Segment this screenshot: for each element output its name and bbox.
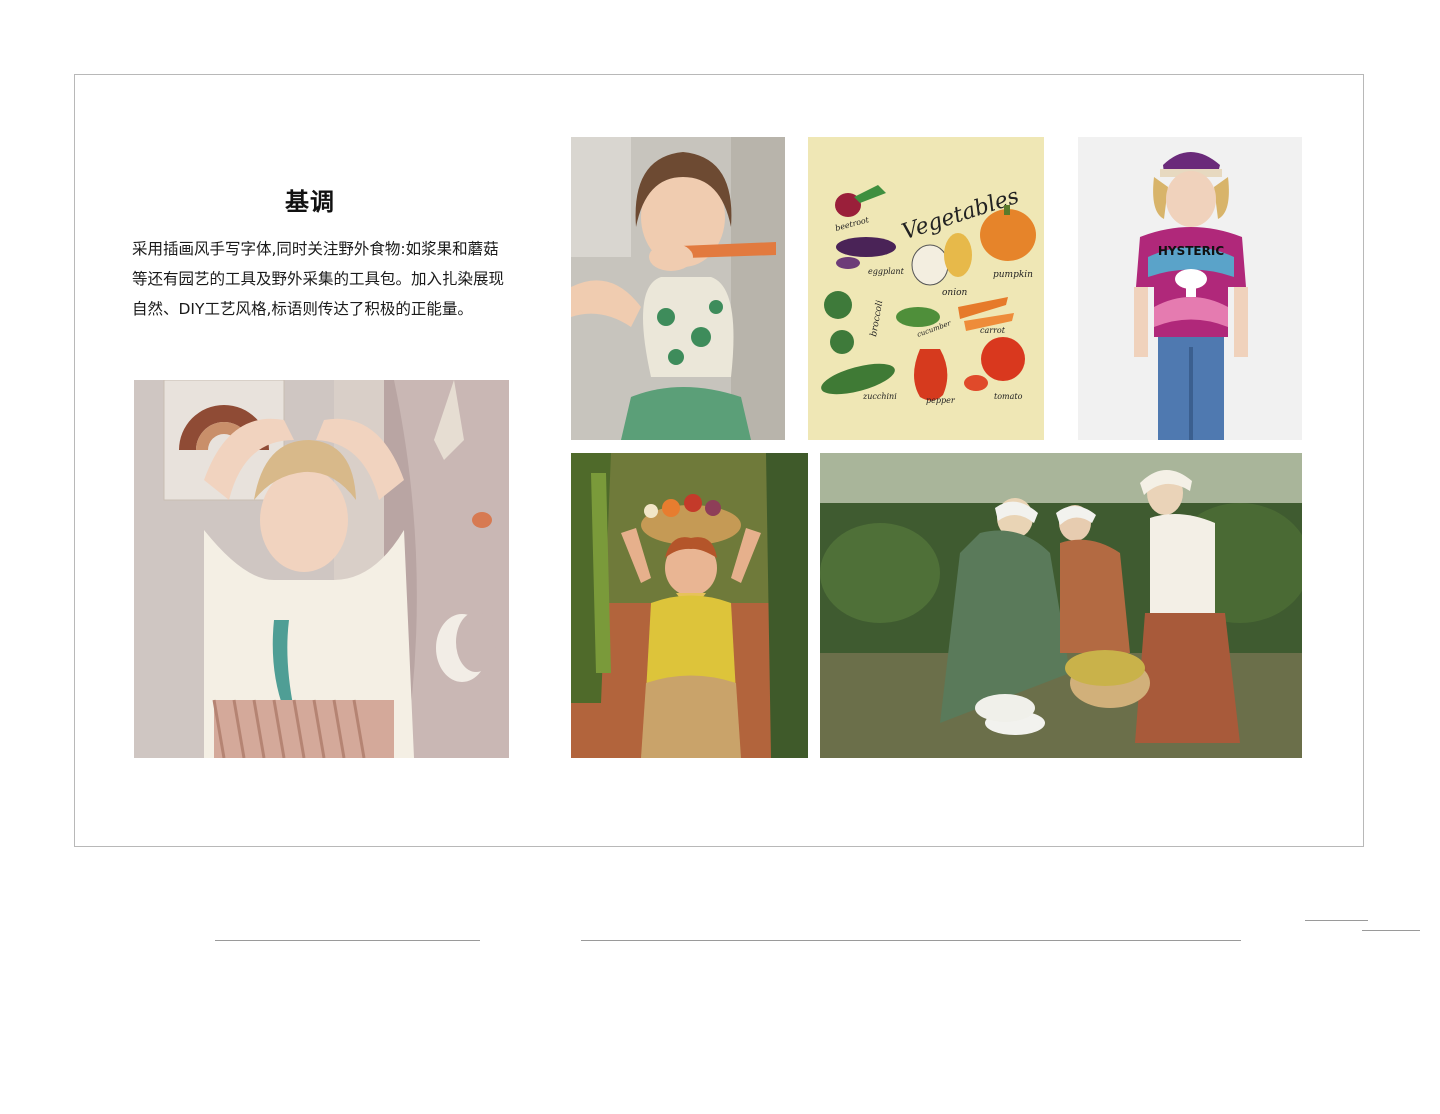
section-title: 基调: [285, 188, 335, 216]
photo-girls-picking-flowers: [820, 453, 1302, 758]
footer-rule: [581, 940, 1241, 941]
label-onion: onion: [942, 288, 968, 298]
description-line: 等还有园艺的工具及野外采集的工具包。加入扎染展现: [132, 270, 505, 288]
label-carrot: carrot: [980, 326, 1006, 335]
section-description: 采用插画风手写字体,同时关注野外食物:如浆果和蘑菇 等还有园艺的工具及野外采集的…: [132, 234, 512, 324]
label-pumpkin: pumpkin: [993, 270, 1033, 280]
footer-rule: [1362, 930, 1420, 931]
label-broccoli: broccoli: [869, 299, 885, 337]
description-line: 自然、DIY工艺风格,标语则传达了积极的正能量。: [132, 300, 473, 318]
photo-girl-holding-carrot: [571, 137, 785, 440]
footer-rule: [215, 940, 480, 941]
label-pepper: pepper: [926, 396, 956, 405]
photo-boy-basket-on-head: [571, 453, 808, 758]
photo-boy-tie-dye-shirt: HYSTERIC: [1078, 137, 1302, 440]
photo-girl-with-moon-mobile: [134, 380, 509, 758]
label-eggplant: eggplant: [868, 267, 905, 276]
shirt-print-text: HYSTERIC: [1158, 244, 1224, 258]
label-beetroot: beetroot: [834, 215, 870, 233]
footer-rule: [1305, 920, 1368, 921]
description-line: 采用插画风手写字体,同时关注野外食物:如浆果和蘑菇: [132, 240, 499, 258]
label-tomato: tomato: [994, 392, 1023, 401]
vegetables-illustration: Vegetables beetroot pumpkin eggplant oni…: [808, 137, 1044, 440]
label-zucchini: zucchini: [862, 392, 897, 401]
